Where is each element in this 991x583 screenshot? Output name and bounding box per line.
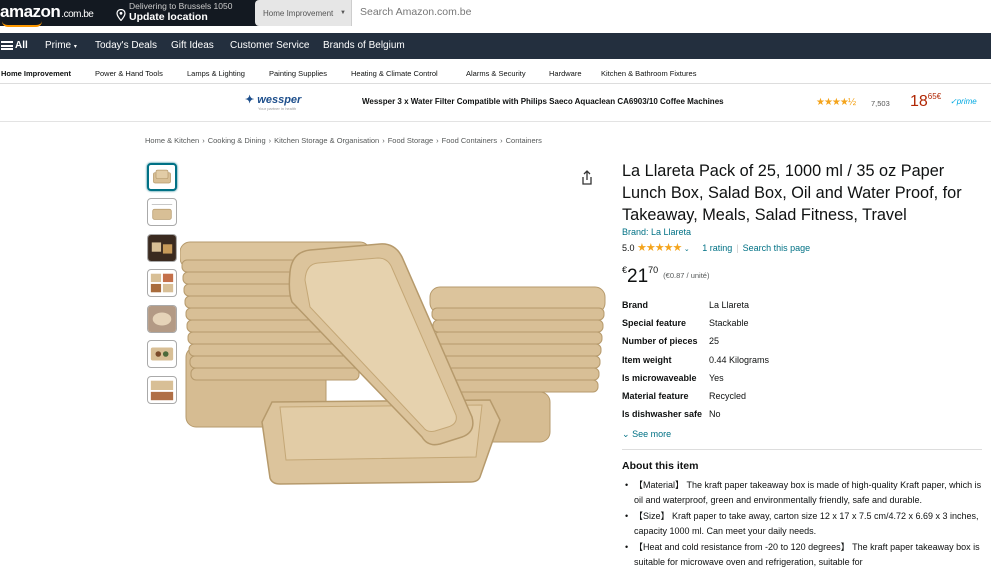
sponsored-ad-banner[interactable]: ✦ wessper Your partner in health Wessper…	[0, 84, 991, 122]
thumbnail-6[interactable]	[147, 340, 177, 368]
subnav-hardware[interactable]: Hardware	[549, 69, 582, 78]
about-heading: About this item	[622, 460, 699, 472]
category-subnav: Home Improvement Power & Hand Tools Lamp…	[0, 62, 991, 84]
thumbnail-7[interactable]	[147, 376, 177, 404]
rating-summary: 5.0 ★★★★★ ⌄ 1 rating | Search this page	[622, 242, 811, 254]
ratings-count-link[interactable]: 1 rating	[702, 243, 732, 253]
ad-brand-logo: ✦ wessper	[245, 94, 302, 106]
thumbnail-3[interactable]	[147, 234, 177, 262]
list-item: 【Heat and cold resistance from -20 to 12…	[625, 540, 984, 569]
subnav-alarms-security[interactable]: Alarms & Security	[466, 69, 526, 78]
breadcrumb-item[interactable]: Food Containers	[442, 136, 497, 145]
update-location-link: Update location	[129, 11, 208, 23]
chevron-down-icon[interactable]: ⌄	[684, 246, 690, 253]
breadcrumb-item[interactable]: Containers	[506, 136, 542, 145]
share-icon[interactable]	[580, 170, 594, 186]
thumbnail-1[interactable]	[147, 163, 177, 191]
top-header: amazon.com.be Delivering to Brussels 105…	[0, 0, 991, 27]
ad-brand-tagline: Your partner in health	[258, 106, 297, 111]
search-category-label: Home Improvement	[263, 9, 334, 18]
search-input[interactable]: Search Amazon.com.be	[352, 0, 991, 26]
nav-all[interactable]: All	[15, 40, 28, 51]
nav-prime[interactable]: Prime ▾	[45, 40, 77, 51]
breadcrumb: Home & Kitchen › Cooking & Dining › Kitchen …	[145, 136, 542, 145]
food-box-icon	[150, 347, 174, 361]
nav-gift-ideas[interactable]: Gift Ideas	[171, 40, 214, 51]
ad-rating-count: 7,503	[871, 99, 890, 108]
kraft-box-icon	[153, 169, 171, 184]
subnav-lamps-lighting[interactable]: Lamps & Lighting	[187, 69, 245, 78]
subnav-heating-climate[interactable]: Heating & Climate Control	[351, 69, 438, 78]
nav-customer-service[interactable]: Customer Service	[230, 40, 309, 51]
chevron-down-icon: ▼	[340, 10, 346, 16]
rating-value: 5.0	[622, 243, 635, 253]
food-box-icon	[148, 235, 176, 261]
list-item: 【Size】 Kraft paper to take away, carton …	[625, 509, 984, 538]
product-main-image[interactable]	[180, 232, 606, 504]
breadcrumb-item[interactable]: Kitchen Storage & Organisation	[274, 136, 379, 145]
ad-star-rating-icon: ★★★★½	[816, 97, 856, 108]
unit-price: (€0.87 / unité)	[663, 271, 710, 280]
search-this-page-link[interactable]: Search this page	[743, 243, 811, 253]
subnav-power-hand-tools[interactable]: Power & Hand Tools	[95, 69, 163, 78]
subnav-home-improvement[interactable]: Home Improvement	[1, 69, 71, 78]
breadcrumb-item[interactable]: Food Storage	[388, 136, 433, 145]
product-price: €2170(€0.87 / unité)	[622, 265, 710, 287]
thumbnail-4[interactable]	[147, 269, 177, 297]
nav-brands-of-belgium[interactable]: Brands of Belgium	[323, 40, 405, 51]
nav-todays-deals[interactable]: Today's Deals	[95, 40, 157, 51]
thumbnail-2[interactable]	[147, 198, 177, 226]
logo-smile-icon	[2, 21, 42, 27]
food-box-icon	[150, 273, 174, 293]
prime-badge-icon: ✓prime	[950, 97, 977, 106]
amazon-logo[interactable]: amazon.com.be	[0, 2, 94, 27]
subnav-kitchen-bathroom[interactable]: Kitchen & Bathroom Fixtures	[601, 69, 696, 78]
chevron-down-icon: ▾	[73, 44, 77, 50]
see-more-link[interactable]: ⌄ See more	[622, 429, 671, 440]
menu-icon[interactable]	[1, 41, 13, 50]
product-title: La Llareta Pack of 25, 1000 ml / 35 oz P…	[622, 162, 962, 224]
kraft-box-dimensions-icon	[151, 204, 173, 220]
food-box-icon	[150, 380, 174, 401]
divider	[622, 449, 982, 450]
ad-price: 1865€	[910, 92, 942, 110]
logo-domain: .com.be	[61, 9, 94, 20]
subnav-painting-supplies[interactable]: Painting Supplies	[269, 69, 327, 78]
star-rating-icon[interactable]: ★★★★★	[637, 242, 682, 254]
breadcrumb-item[interactable]: Cooking & Dining	[208, 136, 266, 145]
list-item: 【Material】 The kraft paper takeaway box …	[625, 478, 984, 507]
delivery-destination: Delivering to Brussels 1050	[129, 1, 233, 11]
food-box-icon	[148, 306, 176, 332]
brand-link[interactable]: Brand: La Llareta	[622, 227, 691, 237]
main-nav: All Prime ▾ Today's Deals Gift Ideas Cus…	[0, 33, 991, 59]
location-pin-icon	[116, 9, 126, 21]
ad-product-title[interactable]: Wessper 3 x Water Filter Compatible with…	[362, 97, 724, 106]
thumbnail-5[interactable]	[147, 305, 177, 333]
chevron-down-icon: ⌄	[622, 429, 630, 439]
breadcrumb-item[interactable]: Home & Kitchen	[145, 136, 199, 145]
search-category-dropdown[interactable]: Home Improvement ▼	[255, 0, 352, 26]
about-bullets: 【Material】 The kraft paper takeaway box …	[625, 478, 984, 571]
